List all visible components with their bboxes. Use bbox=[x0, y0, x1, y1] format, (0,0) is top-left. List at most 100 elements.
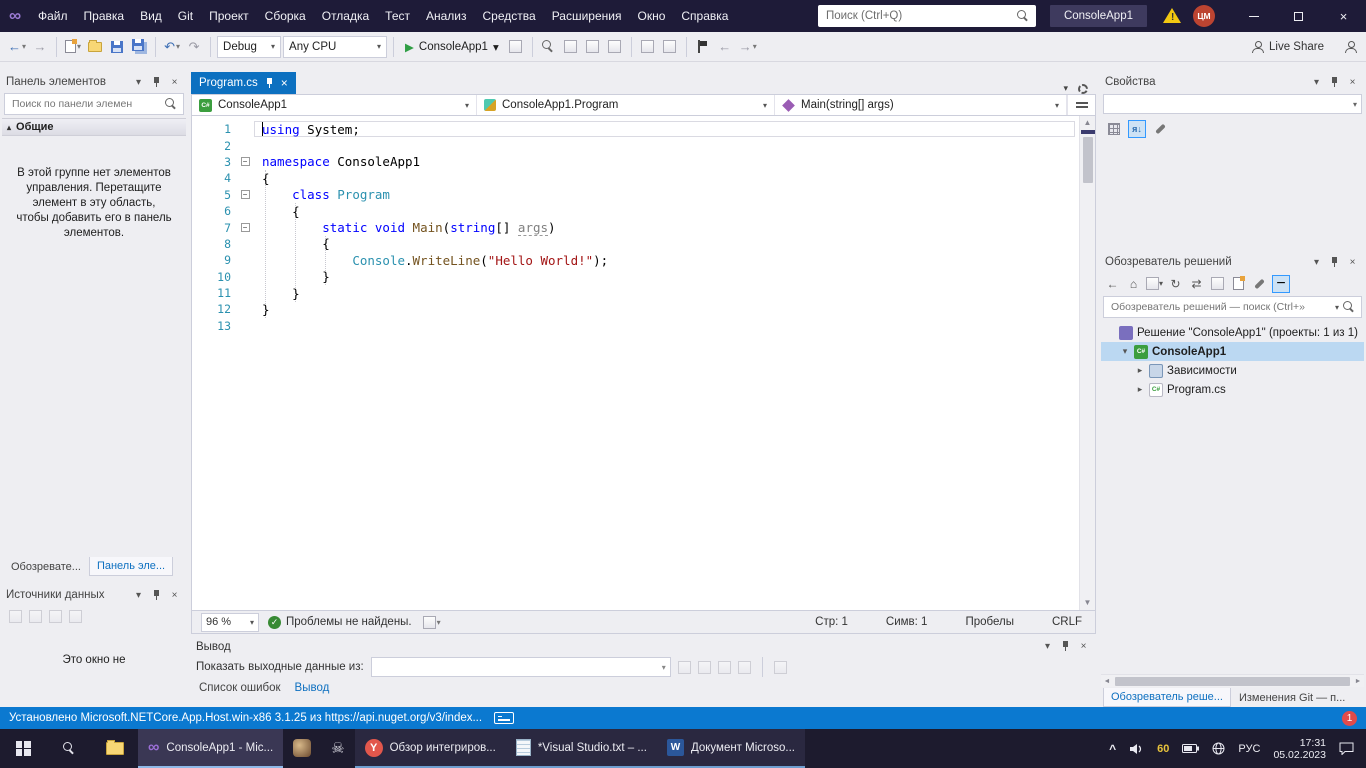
solution-search-input[interactable] bbox=[1109, 300, 1331, 314]
quick-search-box[interactable] bbox=[818, 5, 1036, 27]
output-source-dropdown[interactable]: ▾ bbox=[371, 657, 671, 677]
menu-item-10[interactable]: Расширения bbox=[544, 0, 630, 32]
tree-expander-icon[interactable]: ▸ bbox=[1135, 365, 1145, 376]
output-settings-icon[interactable] bbox=[774, 661, 787, 674]
code-line[interactable]: 4{ bbox=[192, 170, 1079, 186]
window-position-button[interactable]: ▾ bbox=[1309, 255, 1324, 270]
alphabetical-sort-button[interactable]: я↓ bbox=[1128, 120, 1146, 138]
right-dock-tab-0[interactable]: Обозреватель реше... bbox=[1103, 688, 1231, 707]
signed-project-badge[interactable]: ConsoleApp1 bbox=[1050, 5, 1147, 27]
scrollbar-thumb[interactable] bbox=[1083, 137, 1093, 183]
menu-item-3[interactable]: Git bbox=[170, 0, 201, 32]
team-explorer-shortcut-button[interactable] bbox=[605, 36, 625, 58]
close-panel-button[interactable]: × bbox=[1345, 255, 1360, 270]
word-wrap-icon[interactable] bbox=[718, 661, 731, 674]
solution-configuration-dropdown[interactable]: Debug▾ bbox=[217, 36, 281, 58]
close-panel-button[interactable]: × bbox=[1345, 75, 1360, 90]
open-file-button[interactable] bbox=[85, 36, 105, 58]
fold-collapse-icon[interactable]: − bbox=[241, 223, 250, 232]
start-debugging-button[interactable]: ▶ ConsoleApp1 ▾ bbox=[400, 36, 504, 58]
clock[interactable]: 17:31 05.02.2023 bbox=[1273, 737, 1326, 761]
find-message-icon[interactable] bbox=[678, 661, 691, 674]
new-file-button[interactable]: ▾ bbox=[63, 36, 83, 58]
hot-reload-button[interactable] bbox=[506, 36, 526, 58]
network-icon[interactable] bbox=[1212, 742, 1225, 755]
code-cleanup-button[interactable]: ▾ bbox=[421, 611, 443, 633]
tree-item-3[interactable]: ▸C#Program.cs bbox=[1101, 380, 1364, 399]
pin-button[interactable] bbox=[1327, 255, 1342, 270]
left-dock-tab-1[interactable]: Панель эле... bbox=[89, 557, 173, 576]
menu-item-8[interactable]: Анализ bbox=[418, 0, 475, 32]
fold-collapse-icon[interactable]: − bbox=[241, 157, 250, 166]
taskbar-app-2[interactable]: ☠ bbox=[321, 729, 354, 768]
menu-item-1[interactable]: Правка bbox=[76, 0, 133, 32]
find-in-files-button[interactable] bbox=[561, 36, 581, 58]
ds-toolbar-icon[interactable] bbox=[9, 610, 22, 623]
navigate-forward-button[interactable]: → bbox=[30, 36, 50, 58]
menu-item-12[interactable]: Справка bbox=[673, 0, 736, 32]
previous-bookmark-button[interactable]: ← bbox=[715, 36, 735, 58]
code-line[interactable]: 5− class Program bbox=[192, 187, 1079, 203]
menu-item-2[interactable]: Вид bbox=[132, 0, 170, 32]
document-tab-programcs[interactable]: Program.cs × bbox=[191, 72, 296, 94]
ds-toolbar-icon[interactable] bbox=[49, 610, 62, 623]
whitespace-indicator[interactable]: Пробелы bbox=[965, 616, 1014, 628]
project-dropdown[interactable]: C# ConsoleApp1 ▾ bbox=[192, 95, 477, 115]
show-all-files-button[interactable] bbox=[1230, 274, 1247, 293]
char-indicator[interactable]: Симв: 1 bbox=[886, 616, 928, 628]
language-indicator[interactable]: РУС bbox=[1238, 743, 1260, 755]
quick-search-input[interactable] bbox=[824, 9, 1017, 23]
toolbox-search-box[interactable] bbox=[4, 93, 184, 115]
code-line[interactable]: 9 Console.WriteLine("Hello World!"); bbox=[192, 252, 1079, 268]
left-dock-tab-0[interactable]: Обозревате... bbox=[4, 558, 88, 576]
comment-button[interactable] bbox=[638, 36, 658, 58]
menu-item-6[interactable]: Отладка bbox=[314, 0, 377, 32]
taskbar-app-1[interactable] bbox=[283, 729, 321, 768]
bottom-panel-tab-1[interactable]: Вывод bbox=[295, 682, 330, 694]
taskbar-app-3[interactable]: YОбзор интегриров... bbox=[355, 729, 506, 768]
sync-with-active-document-button[interactable]: ⇄ bbox=[1188, 274, 1205, 293]
properties-shortcut-button[interactable] bbox=[1251, 274, 1268, 293]
save-all-button[interactable] bbox=[129, 36, 149, 58]
property-pages-button[interactable] bbox=[1151, 120, 1169, 138]
settings-gear-icon[interactable] bbox=[1078, 84, 1088, 94]
user-avatar[interactable]: ЦМ bbox=[1193, 5, 1215, 27]
action-center-icon[interactable] bbox=[1339, 742, 1354, 755]
autoscroll-icon[interactable] bbox=[738, 661, 751, 674]
close-icon[interactable]: × bbox=[281, 76, 288, 90]
refresh-button[interactable]: ↻ bbox=[1167, 274, 1184, 293]
close-button[interactable]: × bbox=[1321, 0, 1366, 32]
uncomment-button[interactable] bbox=[660, 36, 680, 58]
code-line[interactable]: 6 { bbox=[192, 203, 1079, 219]
collapse-all-button[interactable] bbox=[1209, 274, 1226, 293]
scroll-right-icon[interactable]: ► bbox=[1352, 678, 1364, 685]
solution-search-box[interactable]: ▾ bbox=[1103, 296, 1362, 318]
pin-button[interactable] bbox=[1058, 639, 1073, 654]
notification-badge[interactable]: 1 bbox=[1342, 711, 1357, 726]
tree-item-2[interactable]: ▸Зависимости bbox=[1101, 361, 1364, 380]
code-line[interactable]: 2 bbox=[192, 137, 1079, 153]
window-position-button[interactable]: ▾ bbox=[1309, 75, 1324, 90]
member-dropdown[interactable]: Main(string[] args) ▾ bbox=[775, 95, 1067, 115]
tree-item-0[interactable]: Решение "ConsoleApp1" (проекты: 1 из 1) bbox=[1101, 323, 1364, 342]
window-position-button[interactable]: ▾ bbox=[131, 588, 146, 603]
solution-platform-dropdown[interactable]: Any CPU▾ bbox=[283, 36, 387, 58]
save-button[interactable] bbox=[107, 36, 127, 58]
file-explorer-button[interactable] bbox=[92, 729, 138, 768]
scroll-down-icon[interactable]: ▼ bbox=[1084, 596, 1092, 610]
toolbox-group-general[interactable]: ▴ Общие bbox=[2, 118, 186, 136]
maximize-button[interactable] bbox=[1276, 0, 1321, 32]
tray-expand-icon[interactable]: ^ bbox=[1109, 742, 1116, 756]
menu-item-11[interactable]: Окно bbox=[629, 0, 673, 32]
zoom-dropdown[interactable]: 96 %▾ bbox=[201, 613, 259, 632]
code-line[interactable]: 11 } bbox=[192, 285, 1079, 301]
redo-button[interactable]: ↷ bbox=[184, 36, 204, 58]
scroll-left-icon[interactable]: ◄ bbox=[1101, 678, 1113, 685]
notification-warning-icon[interactable]: ! bbox=[1163, 7, 1183, 25]
document-health-indicator[interactable]: ✓ Проблемы не найдены. bbox=[268, 616, 412, 629]
quick-find-button[interactable] bbox=[539, 36, 559, 58]
pin-button[interactable] bbox=[1327, 75, 1342, 90]
feedback-icon[interactable] bbox=[1344, 41, 1356, 53]
categorized-button[interactable] bbox=[1105, 120, 1123, 138]
next-bookmark-button[interactable]: →▾ bbox=[737, 36, 759, 58]
